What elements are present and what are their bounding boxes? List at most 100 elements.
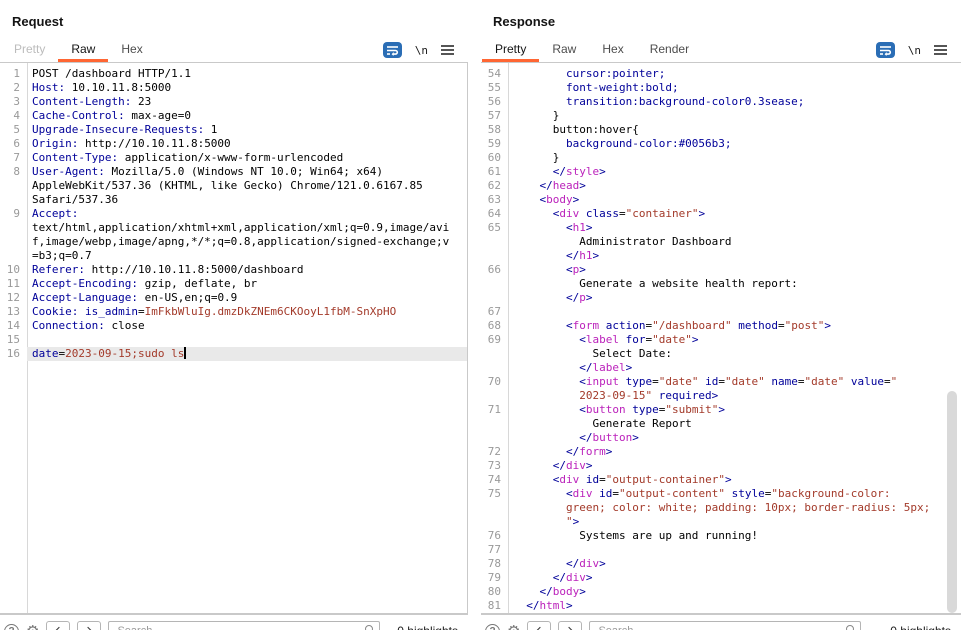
response-tab-render[interactable]: Render [637, 36, 702, 62]
code-line[interactable]: 10 Referer: http://10.10.11.8:5000/dashbo… [0, 263, 467, 277]
code-line[interactable]: 64 <div class="container"> [481, 207, 961, 221]
message-editor-window: Request Pretty Raw Hex \n 1 POST /dashboard… [0, 0, 961, 630]
code-line[interactable]: text/html,application/xhtml+xml,applicat… [0, 221, 467, 235]
code-line[interactable]: 15 [0, 333, 467, 347]
code-line[interactable]: 2023-09-15" required> [481, 389, 961, 403]
line-number: 75 [487, 487, 501, 500]
code-line[interactable]: 5 Upgrade-Insecure-Requests: 1 [0, 123, 467, 137]
response-tab-hex[interactable]: Hex [589, 36, 636, 62]
search-next-button[interactable] [77, 621, 102, 630]
code-line[interactable]: f,image/webp,image/apng,*/*;q=0.8,applic… [0, 235, 467, 249]
search-prev-button[interactable] [527, 621, 552, 630]
code-line[interactable]: </label> [481, 361, 961, 375]
request-tabbar: Pretty Raw Hex \n [0, 36, 468, 62]
line-number [0, 235, 27, 249]
code-line[interactable]: 2 Host: 10.10.11.8:5000 [0, 81, 467, 95]
code-line[interactable]: AppleWebKit/537.36 (KHTML, like Gecko) C… [0, 179, 467, 193]
code-line[interactable]: 67 [481, 305, 961, 319]
code-line[interactable]: =b3;q=0.7 [0, 249, 467, 263]
response-search-bar: ? ⚙ 0 highlights [481, 614, 961, 630]
code-line[interactable]: Safari/537.36 [0, 193, 467, 207]
line-number: 9 [13, 207, 20, 220]
code-line[interactable]: 11 Accept-Encoding: gzip, deflate, br [0, 277, 467, 291]
code-line[interactable]: 73 </div> [481, 459, 961, 473]
search-next-button[interactable] [558, 621, 583, 630]
code-line[interactable]: 1 POST /dashboard HTTP/1.1 [0, 67, 467, 81]
line-number: 59 [487, 137, 501, 150]
code-line[interactable]: 72 </form> [481, 445, 961, 459]
code-line[interactable]: 76 Systems are up and running! [481, 529, 961, 543]
code-line[interactable]: 8 User-Agent: Mozilla/5.0 (Windows NT 10.… [0, 165, 467, 179]
code-line[interactable]: </button> [481, 431, 961, 445]
request-editor[interactable]: 1 POST /dashboard HTTP/1.1 2 Host: 10.10.11… [0, 62, 468, 614]
response-tab-raw[interactable]: Raw [539, 36, 589, 62]
code-line[interactable]: 9 Accept: [0, 207, 467, 221]
show-newlines-toggle[interactable]: \n [415, 44, 428, 57]
search-input[interactable] [108, 621, 381, 630]
code-line[interactable]: 6 Origin: http://10.10.11.8:5000 [0, 137, 467, 151]
soft-wrap-icon[interactable] [875, 42, 895, 58]
code-line[interactable]: 61 </style> [481, 165, 961, 179]
code-line[interactable]: 14 Connection: close [0, 319, 467, 333]
request-tab-hex[interactable]: Hex [108, 36, 155, 62]
code-line[interactable]: Select Date: [481, 347, 961, 361]
help-icon[interactable]: ? [485, 623, 500, 630]
line-number [481, 417, 508, 431]
line-number [481, 277, 508, 291]
code-line[interactable]: 57 } [481, 109, 961, 123]
code-line[interactable]: 68 <form action="/dashboard" method="pos… [481, 319, 961, 333]
code-line[interactable]: 65 <h1> [481, 221, 961, 235]
soft-wrap-icon[interactable] [382, 42, 402, 58]
code-line[interactable]: 58 button:hover{ [481, 123, 961, 137]
code-line[interactable]: 56 transition:background-color0.3sease; [481, 95, 961, 109]
code-line[interactable]: 63 <body> [481, 193, 961, 207]
code-line[interactable]: 81 </html> [481, 599, 961, 613]
text-cursor [184, 347, 187, 359]
code-line[interactable]: 69 <label for="date"> [481, 333, 961, 347]
hamburger-menu-icon[interactable] [441, 44, 454, 56]
code-line[interactable]: 80 </body> [481, 585, 961, 599]
request-tab-raw[interactable]: Raw [58, 36, 109, 62]
code-line[interactable]: 70 <input type="date" id="date" name="da… [481, 375, 961, 389]
hamburger-menu-icon[interactable] [934, 44, 947, 56]
vertical-scrollbar[interactable] [947, 391, 957, 613]
code-line[interactable]: 75 <div id="output-content" style="backg… [481, 487, 961, 501]
code-line[interactable]: 3 Content-Length: 23 [0, 95, 467, 109]
code-line[interactable]: </h1> [481, 249, 961, 263]
code-line[interactable]: 62 </head> [481, 179, 961, 193]
response-tab-pretty[interactable]: Pretty [482, 36, 540, 62]
code-line[interactable]: 55 font-weight:bold; [481, 81, 961, 95]
code-line[interactable]: 4 Cache-Control: max-age=0 [0, 109, 467, 123]
code-line[interactable]: green; color: white; padding: 10px; bord… [481, 501, 961, 515]
gear-icon[interactable]: ⚙ [507, 623, 520, 630]
code-line[interactable]: 54 cursor:pointer; [481, 67, 961, 81]
code-line[interactable]: Generate Report [481, 417, 961, 431]
code-line[interactable]: "> [481, 515, 961, 529]
line-number: 66 [487, 263, 501, 276]
code-line[interactable]: 74 <div id="output-container"> [481, 473, 961, 487]
code-line[interactable]: 79 </div> [481, 571, 961, 585]
request-tab-pretty[interactable]: Pretty [1, 36, 58, 62]
code-line[interactable]: Generate a website health report: [481, 277, 961, 291]
code-line[interactable]: 16 date=2023-09-15;sudo ls [0, 347, 467, 361]
code-line[interactable]: 59 background-color:#0056b3; [481, 137, 961, 151]
help-icon[interactable]: ? [4, 623, 19, 630]
response-editor[interactable]: 54 cursor:pointer; 55 font-weight:bold; 56… [481, 62, 961, 614]
code-line[interactable]: 66 <p> [481, 263, 961, 277]
code-line[interactable]: 60 } [481, 151, 961, 165]
code-line[interactable]: 7 Content-Type: application/x-www-form-ur… [0, 151, 467, 165]
gear-icon[interactable]: ⚙ [26, 623, 39, 630]
code-line[interactable]: 12 Accept-Language: en-US,en;q=0.9 [0, 291, 467, 305]
line-number: 77 [487, 543, 501, 556]
code-line[interactable]: 71 <button type="submit"> [481, 403, 961, 417]
code-line[interactable]: 77 [481, 543, 961, 557]
show-newlines-toggle[interactable]: \n [908, 44, 921, 57]
code-line[interactable]: </p> [481, 291, 961, 305]
line-number [481, 361, 508, 375]
search-input[interactable] [589, 621, 862, 630]
code-line[interactable]: 78 </div> [481, 557, 961, 571]
code-line[interactable]: Administrator Dashboard [481, 235, 961, 249]
highlights-count: 0 highlights [890, 624, 953, 630]
code-line[interactable]: 13 Cookie: is_admin=ImFkbWluIg.dmzDkZNEm6… [0, 305, 467, 319]
search-prev-button[interactable] [46, 621, 71, 630]
